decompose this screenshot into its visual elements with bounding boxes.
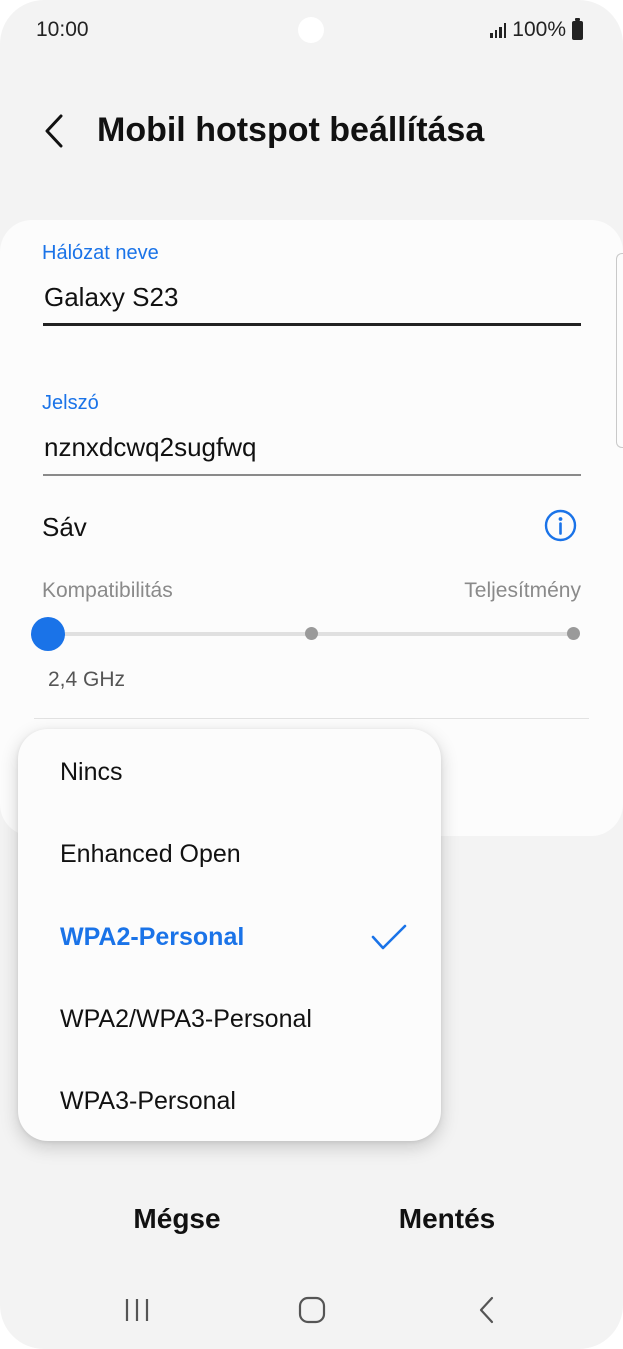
status-bar: 10:00 100% — [0, 0, 623, 62]
cancel-button[interactable]: Mégse — [77, 1203, 277, 1235]
band-slider-stop-middle[interactable] — [305, 627, 318, 640]
status-time: 10:00 — [36, 18, 89, 41]
home-button[interactable] — [282, 1290, 342, 1330]
app-header: Mobil hotspot beállítása — [0, 95, 623, 167]
menu-item-wpa2-wpa3-personal[interactable]: WPA2/WPA3-Personal — [18, 978, 441, 1060]
save-button[interactable]: Mentés — [347, 1203, 547, 1235]
band-info-button[interactable] — [544, 509, 577, 542]
menu-item-enhanced-open[interactable]: Enhanced Open — [18, 813, 441, 895]
password-label: Jelszó — [42, 392, 99, 414]
phone-screen: 10:00 100% Mobil hotspot beállítása Háló… — [0, 0, 623, 1349]
nav-back-icon — [479, 1296, 494, 1324]
menu-item-wpa2-personal[interactable]: WPA2-Personal — [18, 896, 441, 978]
network-name-input[interactable] — [44, 282, 574, 313]
info-icon — [544, 509, 577, 542]
divider — [34, 718, 589, 719]
band-label: Sáv — [42, 512, 87, 542]
menu-item-wpa3-personal[interactable]: WPA3-Personal — [18, 1060, 441, 1142]
network-name-label: Hálózat neve — [42, 242, 159, 264]
battery-icon — [572, 17, 583, 40]
home-icon — [298, 1296, 326, 1324]
recent-apps-icon — [125, 1299, 149, 1321]
signal-icon — [490, 22, 507, 38]
menu-item-label: Nincs — [60, 757, 123, 786]
front-camera — [298, 17, 324, 43]
band-selected-value: 2,4 GHz — [48, 668, 126, 691]
check-icon — [371, 924, 407, 950]
battery-percent: 100% — [512, 18, 566, 41]
network-name-underline — [43, 323, 581, 326]
menu-item-label: WPA2-Personal — [60, 922, 245, 951]
scroll-handle[interactable] — [616, 253, 623, 448]
menu-item-label: WPA2/WPA3-Personal — [60, 1004, 312, 1033]
navigation-bar — [0, 1280, 623, 1340]
menu-item-label: Enhanced Open — [60, 839, 241, 868]
back-button[interactable] — [30, 105, 78, 157]
back-arrow-icon — [45, 114, 63, 148]
band-slider-max-label: Teljesítmény — [464, 579, 581, 602]
password-underline — [43, 474, 581, 476]
recent-apps-button[interactable] — [107, 1290, 167, 1330]
menu-item-nincs[interactable]: Nincs — [18, 731, 441, 813]
band-slider-thumb[interactable] — [31, 617, 65, 651]
page-title: Mobil hotspot beállítása — [97, 111, 485, 149]
band-slider-min-label: Kompatibilitás — [42, 579, 173, 602]
status-indicators: 100% — [490, 17, 583, 42]
nav-back-button[interactable] — [457, 1290, 517, 1330]
menu-item-label: WPA3-Personal — [60, 1086, 236, 1115]
password-input[interactable] — [44, 432, 574, 463]
band-slider-stop-right[interactable] — [567, 627, 580, 640]
security-dropdown-menu: Nincs Enhanced Open WPA2-Personal WPA2/W… — [18, 729, 441, 1141]
